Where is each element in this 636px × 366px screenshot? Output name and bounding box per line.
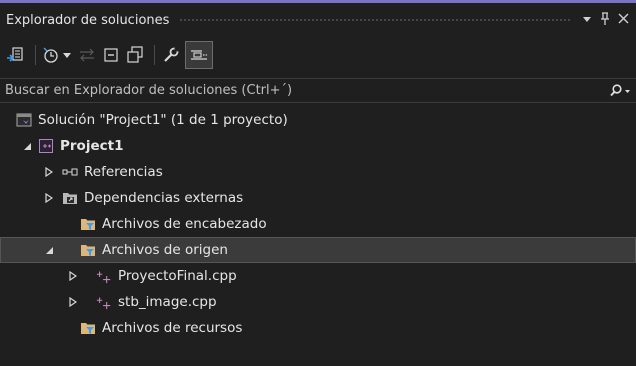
tree-node-project[interactable]: Project1 xyxy=(0,133,636,159)
project-label: Project1 xyxy=(60,138,124,154)
show-all-files-icon[interactable] xyxy=(125,42,145,68)
history-icon[interactable] xyxy=(41,42,61,68)
tree-node-external-dependencies[interactable]: Dependencias externas xyxy=(0,185,636,211)
tree-item-label: stb_image.cpp xyxy=(118,294,217,310)
collapse-all-icon[interactable] xyxy=(101,42,121,68)
references-icon xyxy=(62,164,78,180)
external-dependencies-folder-icon xyxy=(62,190,78,206)
panel-title-bar[interactable]: Explorador de soluciones xyxy=(0,3,636,37)
tree-item-label: Archivos de recursos xyxy=(102,320,243,336)
filter-folder-icon xyxy=(80,242,96,258)
solution-explorer-toolbar xyxy=(0,37,636,73)
tree-node-cpp-file[interactable]: stb_image.cpp xyxy=(0,289,636,315)
expanded-arrow-icon[interactable] xyxy=(20,139,34,153)
tree-item-label: Archivos de encabezado xyxy=(102,216,267,232)
solution-tree: Solución "Project1" (1 de 1 proyecto) Pr… xyxy=(0,107,636,341)
collapsed-arrow-icon[interactable] xyxy=(42,165,56,179)
tree-node-solution[interactable]: Solución "Project1" (1 de 1 proyecto) xyxy=(0,107,636,133)
pin-icon[interactable] xyxy=(596,11,614,29)
title-bar-grip[interactable] xyxy=(179,17,570,23)
cpp-file-icon xyxy=(96,268,112,284)
properties-wrench-icon[interactable] xyxy=(160,42,182,68)
panel-title: Explorador de soluciones xyxy=(6,12,170,28)
sync-with-active-document-icon[interactable] xyxy=(4,42,26,68)
tree-node-header-files[interactable]: Archivos de encabezado xyxy=(0,211,636,237)
collapsed-arrow-icon[interactable] xyxy=(66,269,80,283)
pending-changes-icon xyxy=(77,42,97,68)
filter-folder-icon xyxy=(80,216,96,232)
preview-selected-items-icon[interactable] xyxy=(185,41,213,69)
solution-explorer-search[interactable]: Buscar en Explorador de soluciones (Ctrl… xyxy=(0,78,636,103)
tree-item-label: Referencias xyxy=(84,164,163,180)
cpp-file-icon xyxy=(96,294,112,310)
solution-label: Solución "Project1" (1 de 1 proyecto) xyxy=(38,112,288,128)
tree-item-label: ProyectoFinal.cpp xyxy=(118,268,237,284)
tree-node-references[interactable]: Referencias xyxy=(0,159,636,185)
collapsed-arrow-icon[interactable] xyxy=(66,295,80,309)
close-icon[interactable] xyxy=(614,13,632,27)
tree-node-cpp-file[interactable]: ProyectoFinal.cpp xyxy=(0,263,636,289)
search-options-icon[interactable] xyxy=(604,83,636,98)
tree-node-source-files[interactable]: Archivos de origen xyxy=(0,237,636,263)
tree-item-label: Archivos de origen xyxy=(102,242,228,258)
window-position-dropdown-icon[interactable] xyxy=(578,13,596,27)
tree-item-label: Dependencias externas xyxy=(84,190,244,206)
dropdown-arrow-icon[interactable] xyxy=(61,42,73,68)
cpp-project-icon xyxy=(38,138,54,154)
tree-node-resource-files[interactable]: Archivos de recursos xyxy=(0,315,636,341)
toolbar-separator xyxy=(35,45,36,65)
expanded-arrow-icon[interactable] xyxy=(42,243,56,257)
search-input[interactable]: Buscar en Explorador de soluciones (Ctrl… xyxy=(5,83,604,98)
toolbar-separator xyxy=(154,45,155,65)
solution-icon xyxy=(16,112,32,128)
collapsed-arrow-icon[interactable] xyxy=(42,191,56,205)
filter-folder-icon xyxy=(80,320,96,336)
